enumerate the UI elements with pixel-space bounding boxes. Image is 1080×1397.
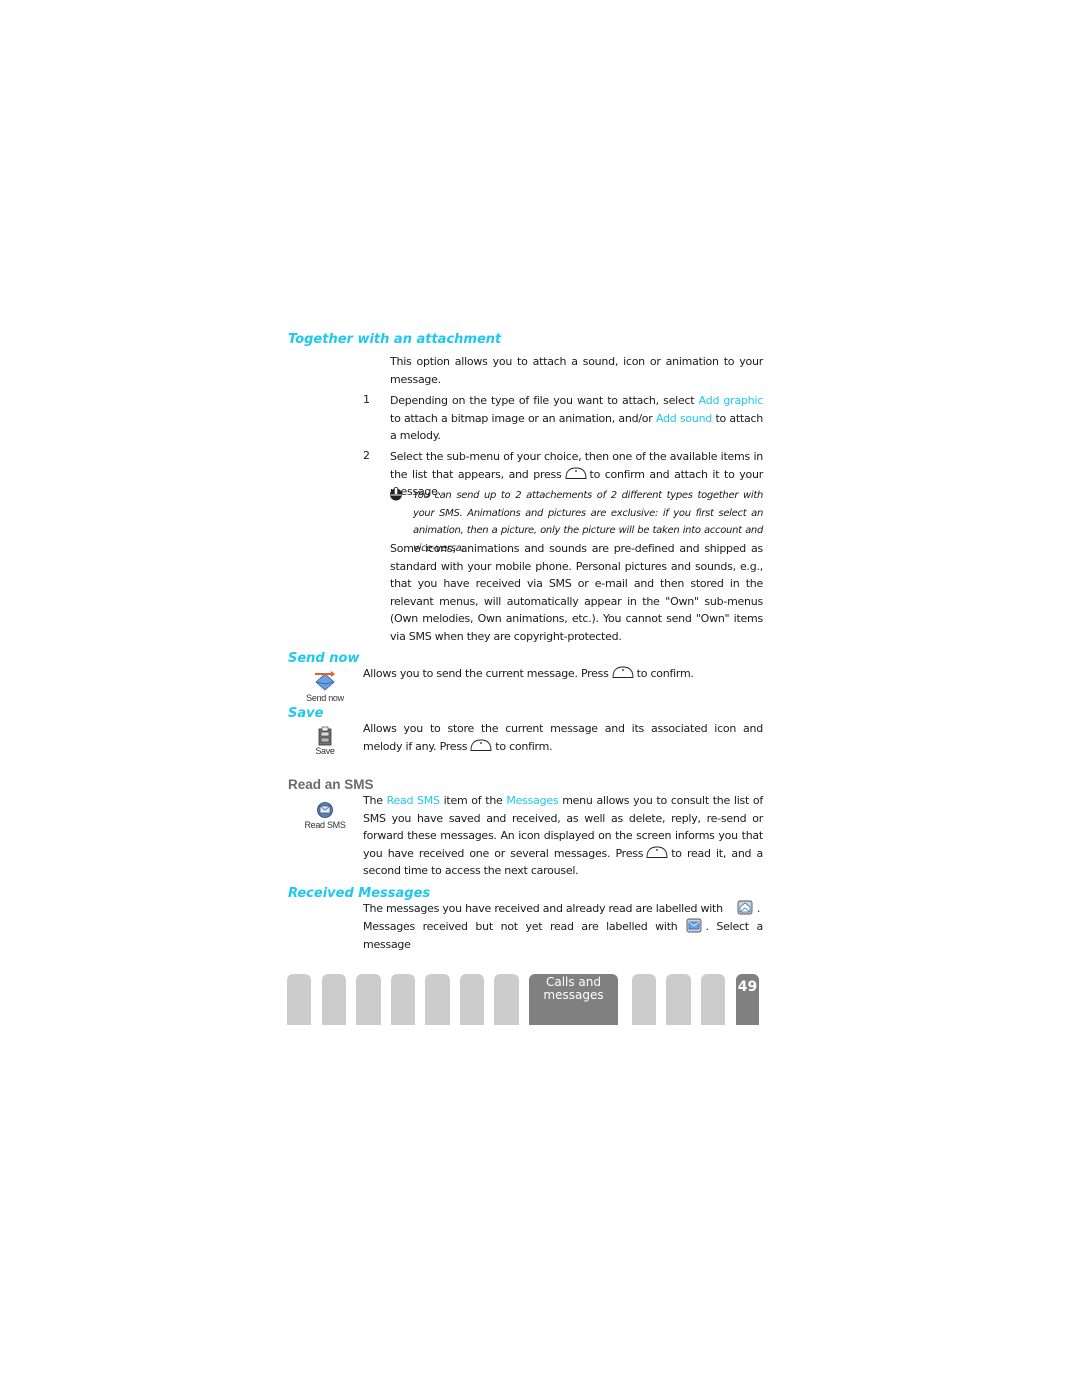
ok-key-icon <box>646 846 668 858</box>
add-sound-link[interactable]: Add sound <box>656 412 712 425</box>
received-line-2: Messages received but not yet read are l… <box>363 918 763 953</box>
received-line-2-text: Messages received but not yet read are l… <box>363 920 678 933</box>
ok-key-icon <box>612 666 634 678</box>
attachment-heading: Together with an attachment <box>288 332 502 347</box>
chapter-tab[interactable] <box>701 974 725 1025</box>
save-text: Allows you to store the current message … <box>363 720 763 755</box>
read-sms-icon <box>317 802 333 818</box>
chapter-tab[interactable] <box>460 974 484 1025</box>
unread-envelope-icon <box>686 918 701 933</box>
chapter-tab-active[interactable]: Calls and messages <box>529 974 618 1025</box>
step-1-text-a: Depending on the type of file you want t… <box>390 394 699 407</box>
ok-key-icon <box>565 467 587 479</box>
page-number: 49 <box>737 979 758 995</box>
chapter-tab[interactable] <box>391 974 415 1025</box>
read-sms-icon-label: Read SMS <box>304 820 346 830</box>
step-1-number: 1 <box>363 393 370 406</box>
save-heading: Save <box>288 706 324 721</box>
attachment-extra: Some icons, animations and sounds are pr… <box>390 542 763 643</box>
received-heading: Received Messages <box>288 886 431 901</box>
chapter-tab[interactable] <box>425 974 450 1025</box>
received-line-1: The messages you have received and alrea… <box>363 900 763 918</box>
step-1-text: Depending on the type of file you want t… <box>390 392 763 445</box>
chapter-tab[interactable] <box>356 974 381 1025</box>
hand-note-icon <box>390 487 402 501</box>
read-envelope-icon <box>737 900 753 915</box>
send-now-text: Allows you to send the current message. … <box>363 665 763 683</box>
step-1-text-b: to attach a bitmap image or an animation… <box>390 411 656 425</box>
add-graphic-link[interactable]: Add graphic <box>699 394 764 407</box>
active-tab-label-line-2: messages <box>543 988 604 1002</box>
chapter-tab[interactable] <box>632 974 656 1025</box>
save-text-b: to confirm. <box>495 739 553 753</box>
send-now-text-b: to confirm. <box>636 667 694 680</box>
save-icon-label: Save <box>315 746 335 756</box>
messages-link[interactable]: Messages <box>506 794 558 807</box>
send-now-icon-label: Send now <box>306 693 344 703</box>
received-line-1-text: The messages you have received and alrea… <box>363 902 723 915</box>
page-number-tab: 49 <box>736 974 759 1025</box>
send-envelope-icon <box>315 671 335 691</box>
read-sms-text: The Read SMS item of the Messages menu a… <box>363 792 763 880</box>
received-line-1-end: . <box>756 902 761 915</box>
chapter-tab[interactable] <box>666 974 691 1025</box>
read-sms-text-a: The <box>363 794 387 807</box>
chapter-tab[interactable] <box>494 974 519 1025</box>
chapter-tab[interactable] <box>287 974 311 1025</box>
filing-cabinet-icon <box>318 726 332 746</box>
read-sms-link[interactable]: Read SMS <box>387 794 440 807</box>
chapter-tab[interactable] <box>322 974 346 1025</box>
save-text-a: Allows you to store the current message … <box>363 722 763 753</box>
read-sms-text-b: item of the <box>439 794 507 807</box>
send-now-text-a: Allows you to send the current message. … <box>363 667 609 680</box>
step-2-number: 2 <box>363 449 370 462</box>
attachment-intro: This option allows you to attach a sound… <box>390 355 763 386</box>
read-sms-heading: Read an SMS <box>288 777 374 792</box>
active-tab-label: Calls and messages <box>529 974 618 1002</box>
ok-key-icon <box>470 739 492 751</box>
send-now-heading: Send now <box>288 651 360 666</box>
